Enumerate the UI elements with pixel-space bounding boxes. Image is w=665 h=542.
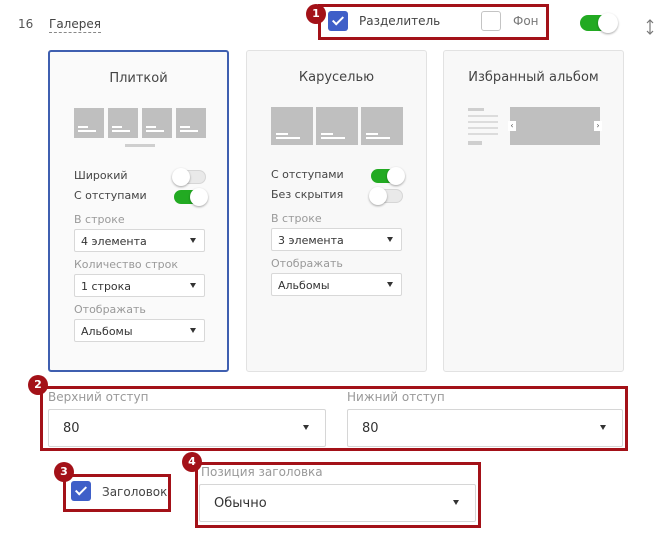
carousel-spacing-toggle[interactable] (371, 167, 405, 185)
card-title: Каруселью (298, 70, 375, 85)
background-label: Фон (513, 14, 539, 28)
carousel-spacing-label: С отступами (271, 168, 344, 181)
heading-position-select[interactable]: Обычно (199, 484, 476, 522)
display-label: Отображать (74, 303, 146, 316)
top-spacing-select[interactable]: 80 (48, 409, 326, 447)
card-title: Плиткой (109, 71, 168, 86)
spacing-label: С отступами (74, 189, 147, 202)
heading-position-label: Позиция заголовка (201, 465, 323, 479)
top-spacing-label: Верхний отступ (48, 390, 149, 404)
carousel-per-row-select[interactable]: 3 элемента (271, 228, 402, 251)
block-number: 16 (18, 17, 34, 31)
layout-card-tiles[interactable]: Плиткой Широкий С отступами В строке 4 э… (48, 50, 229, 372)
carousel-per-row-label: В строке (271, 212, 322, 225)
annotation-badge-2: 2 (28, 375, 48, 395)
row-count-select[interactable]: 1 строка (74, 274, 205, 297)
card-title: Избранный альбом (468, 70, 599, 85)
carousel-display-select[interactable]: Альбомы (271, 273, 402, 296)
divider-checkbox[interactable] (328, 11, 348, 31)
wide-toggle[interactable] (172, 168, 206, 186)
background-checkbox[interactable] (481, 11, 501, 31)
block-title[interactable]: Галерея (49, 17, 101, 33)
annotation-badge-3: 3 (54, 462, 74, 482)
carousel-display-label: Отображать (271, 257, 343, 270)
no-hide-toggle[interactable] (369, 187, 403, 205)
annotation-badge-1: 1 (306, 4, 326, 24)
display-select[interactable]: Альбомы (74, 319, 205, 342)
layout-card-carousel[interactable]: Каруселью С отступами Без скрытия В стро… (246, 50, 427, 372)
no-hide-label: Без скрытия (271, 188, 344, 201)
heading-label: Заголовок (102, 485, 168, 499)
chevron-right-icon: › (594, 121, 602, 131)
row-count-label: Количество строк (74, 258, 178, 271)
heading-checkbox[interactable] (71, 481, 91, 501)
bottom-spacing-label: Нижний отступ (347, 390, 445, 404)
divider-label: Разделитель (359, 14, 441, 28)
annotation-badge-4: 4 (182, 452, 202, 472)
layout-card-featured-album[interactable]: Избранный альбом ‹ › (443, 50, 624, 372)
per-row-label: В строке (74, 213, 125, 226)
chevron-left-icon: ‹ (508, 121, 516, 131)
per-row-select[interactable]: 4 элемента (74, 229, 205, 252)
wide-label: Широкий (74, 169, 128, 182)
resize-vertical-icon[interactable] (645, 18, 655, 36)
spacing-toggle[interactable] (174, 188, 208, 206)
bottom-spacing-select[interactable]: 80 (347, 409, 623, 447)
block-enable-toggle[interactable] (580, 13, 618, 33)
